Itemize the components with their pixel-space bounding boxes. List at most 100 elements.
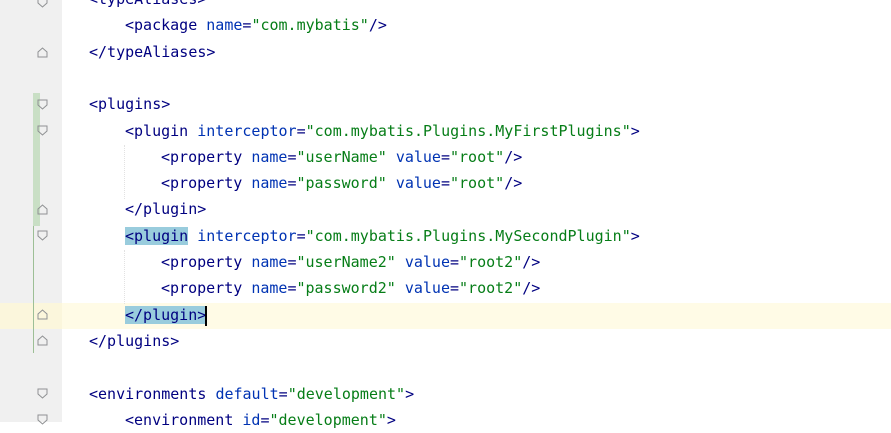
- code-line[interactable]: <typeAliases>: [89, 0, 206, 12]
- xml-attribute-value: "root2": [459, 279, 523, 298]
- xml-attribute-value: "root": [450, 147, 505, 166]
- xml-tag: />: [368, 16, 387, 35]
- xml-tag: <property: [161, 174, 243, 193]
- equals-sign: =: [278, 384, 288, 403]
- code-line[interactable]: </plugin>: [125, 196, 206, 222]
- matched-tag: </plugin>: [125, 305, 207, 324]
- xml-attribute-name: id: [242, 410, 261, 429]
- xml-tag: >: [630, 121, 640, 140]
- current-line-gutter-highlight: [0, 303, 62, 329]
- indent-guide: [124, 250, 125, 304]
- code-line[interactable]: <property name="password" value="root"/>: [161, 170, 522, 196]
- code-line[interactable]: <environment id="development">: [125, 407, 396, 433]
- xml-tag: <package: [125, 16, 198, 35]
- equals-sign: =: [440, 174, 450, 193]
- xml-attribute-name: value: [404, 253, 450, 271]
- xml-attribute-value: "userName2": [296, 253, 396, 271]
- editor-gutter[interactable]: [0, 0, 62, 422]
- fold-marker-icon[interactable]: [37, 99, 48, 110]
- fold-marker-icon[interactable]: [37, 335, 48, 346]
- equals-sign: =: [296, 226, 306, 245]
- code-line[interactable]: <environments default="development">: [89, 381, 414, 407]
- code-line[interactable]: <property name="userName" value="root"/>: [161, 144, 522, 170]
- xml-tag: </plugin>: [125, 200, 207, 219]
- equals-sign: =: [260, 410, 270, 429]
- xml-attribute-name: name: [251, 147, 288, 166]
- xml-tag: <plugin: [125, 121, 189, 140]
- fold-marker-icon[interactable]: [37, 230, 48, 241]
- xml-tag: />: [522, 253, 541, 271]
- xml-tag: <property: [161, 253, 243, 271]
- equals-sign: =: [450, 279, 460, 298]
- fold-marker-icon[interactable]: [37, 204, 48, 215]
- xml-attribute-value: "root": [450, 174, 505, 193]
- code-line[interactable]: </typeAliases>: [89, 39, 215, 65]
- xml-attribute-value: "password2": [296, 279, 396, 298]
- xml-attribute-name: name: [206, 16, 243, 35]
- xml-tag: />: [504, 147, 523, 166]
- xml-tag: <plugins>: [89, 95, 171, 114]
- xml-attribute-name: name: [251, 253, 288, 271]
- xml-attribute-value: "userName": [296, 147, 387, 166]
- matched-tag: <plugin: [125, 226, 189, 245]
- xml-attribute-name: name: [251, 174, 288, 193]
- indent-guide: [124, 145, 125, 199]
- code-line[interactable]: <property name="password2" value="root2"…: [161, 275, 540, 301]
- xml-attribute-value: "com.mybatis.Plugins.MySecondPlugin": [305, 226, 631, 245]
- xml-tag: >: [630, 226, 640, 245]
- fold-marker-icon[interactable]: [37, 309, 48, 320]
- code-line[interactable]: <plugins>: [89, 91, 170, 117]
- code-line[interactable]: <plugin interceptor="com.mybatis.Plugins…: [125, 118, 640, 144]
- text-cursor: [205, 306, 207, 326]
- code-line[interactable]: <plugin interceptor="com.mybatis.Plugins…: [125, 223, 640, 249]
- code-line[interactable]: </plugins>: [89, 328, 179, 354]
- xml-attribute-name: interceptor: [197, 226, 297, 245]
- xml-tag: <property: [161, 147, 243, 166]
- xml-tag: />: [504, 174, 523, 193]
- xml-tag: <typeAliases>: [89, 0, 206, 8]
- xml-tag: <environments: [89, 384, 207, 403]
- xml-tag: >: [386, 410, 396, 429]
- fold-marker-icon[interactable]: [37, 47, 48, 58]
- xml-attribute-value: "root2": [459, 253, 523, 271]
- fold-marker-icon[interactable]: [37, 388, 48, 399]
- equals-sign: =: [450, 253, 460, 271]
- fold-marker-icon[interactable]: [37, 125, 48, 136]
- xml-tag: >: [405, 384, 415, 403]
- xml-attribute-name: value: [395, 147, 441, 166]
- xml-tag: />: [522, 279, 541, 298]
- code-line[interactable]: <package name="com.mybatis"/>: [125, 12, 387, 38]
- vcs-change-marker-thin[interactable]: [33, 226, 34, 353]
- xml-tag: </plugins>: [89, 331, 180, 350]
- xml-tag: </typeAliases>: [89, 42, 216, 61]
- xml-tag: <property: [161, 279, 243, 298]
- equals-sign: =: [296, 121, 306, 140]
- fold-marker-icon[interactable]: [37, 414, 48, 425]
- xml-attribute-value: "password": [296, 174, 387, 193]
- xml-attribute-value: "development": [287, 384, 406, 403]
- equals-sign: =: [440, 147, 450, 166]
- code-line[interactable]: </plugin>: [125, 302, 207, 328]
- xml-tag: <environment: [125, 410, 234, 429]
- fold-marker-icon[interactable]: [37, 0, 48, 8]
- code-line[interactable]: <property name="userName2" value="root2"…: [161, 249, 540, 275]
- xml-attribute-name: name: [251, 279, 288, 298]
- xml-attribute-name: value: [404, 279, 450, 298]
- xml-attribute-name: interceptor: [197, 121, 297, 140]
- xml-attribute-name: default: [215, 384, 279, 403]
- xml-attribute-name: value: [395, 174, 441, 193]
- xml-attribute-value: "com.mybatis.Plugins.MyFirstPlugins": [305, 121, 631, 140]
- xml-attribute-value: "development": [269, 410, 387, 429]
- xml-attribute-value: "com.mybatis": [251, 16, 369, 35]
